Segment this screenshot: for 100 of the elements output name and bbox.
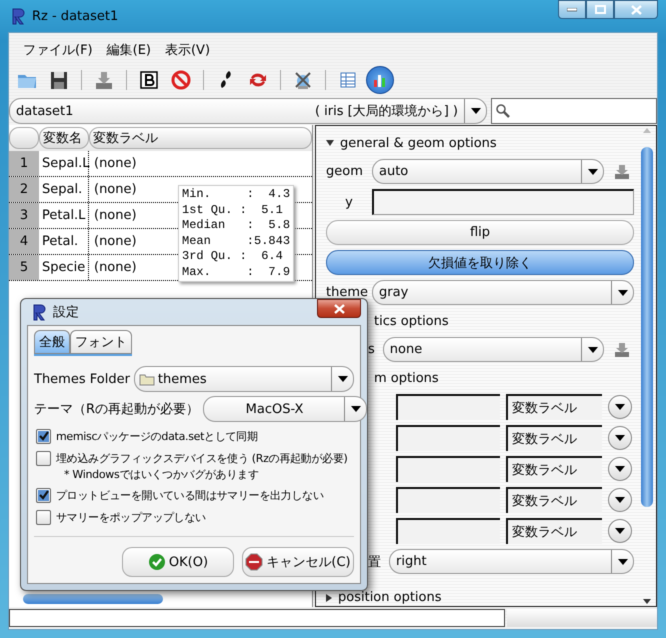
- checkbox-label: プロットビューを開いている間はサマリーを出力しない: [56, 488, 324, 504]
- maximize-button[interactable]: [586, 0, 614, 19]
- cancel-button[interactable]: キャンセル(C): [242, 547, 354, 577]
- dropdown-value: themes: [158, 372, 208, 386]
- dropdown-button[interactable]: [608, 519, 632, 543]
- menu-item[interactable]: 編集(E): [104, 39, 153, 63]
- tab[interactable]: フォント: [70, 330, 132, 354]
- maximize-icon: [594, 5, 606, 14]
- field-label: Themes Folder: [34, 372, 130, 386]
- dropdown-arrow-icon: [616, 556, 628, 566]
- dropdown-arrow-icon: [614, 464, 626, 474]
- field-label: テーマ（Rの再起動が必要）: [34, 401, 200, 418]
- dataset-combo[interactable]: dataset1 ( iris [大局的環境から] ): [9, 98, 487, 124]
- table-cell: Sepal.L: [39, 151, 89, 176]
- input-field[interactable]: [372, 189, 634, 215]
- row-number: 5: [9, 255, 39, 280]
- option-label: 置: [368, 554, 381, 570]
- folder-icon: [138, 372, 155, 386]
- checkbox[interactable]: [36, 451, 51, 466]
- checkbox-label: 埋め込みグラフィックスデバイスを使う (Rzの再起動が必要): [56, 451, 348, 467]
- vertical-scrollbar[interactable]: [638, 126, 656, 606]
- dropdown-button[interactable]: [608, 395, 632, 419]
- tab[interactable]: 全般: [34, 330, 70, 354]
- dialog-title: 設定: [53, 304, 80, 321]
- input-field[interactable]: [396, 425, 500, 451]
- label-field[interactable]: 変数ラベル: [506, 394, 602, 420]
- table-cell-text: (none): [93, 155, 137, 173]
- dropdown-arrow-icon: [470, 106, 482, 116]
- summary-line: Min. : 4.3: [182, 187, 290, 202]
- stop-sign-icon: [245, 553, 264, 571]
- dropdown-arrow-icon: [336, 374, 348, 384]
- note-text: * Windowsではいくつかバグがあります: [63, 467, 260, 482]
- section-header: general & geom options: [340, 136, 497, 150]
- option-dropdown[interactable]: gray: [372, 280, 634, 305]
- row-number: 1: [9, 151, 39, 176]
- column-header[interactable]: 変数ラベル: [89, 127, 312, 149]
- dropdown-arrow-icon: [616, 288, 628, 298]
- row-number: 4: [9, 229, 39, 254]
- option-button[interactable]: flip: [326, 220, 634, 245]
- r-logo-icon: [10, 7, 26, 25]
- search-icon: [495, 103, 511, 119]
- menu-item[interactable]: ファイル(F): [21, 39, 95, 63]
- option-label: y: [344, 194, 354, 210]
- dropdown-arrow-icon: [614, 433, 626, 443]
- summary-line: Median : 5.8: [182, 218, 290, 234]
- minimize-icon: [567, 8, 577, 12]
- input-field[interactable]: [396, 456, 500, 482]
- option-label: geom: [326, 164, 364, 179]
- input-field[interactable]: [396, 518, 500, 544]
- dropdown-arrow-icon: [350, 404, 362, 414]
- dropdown-value: gray: [379, 285, 410, 300]
- section-header: m options: [374, 370, 439, 386]
- expanded-triangle-icon[interactable]: [326, 140, 334, 146]
- dropdown-button[interactable]: [608, 457, 632, 481]
- option-dropdown[interactable]: auto: [372, 159, 604, 184]
- dropdown-button[interactable]: [608, 488, 632, 512]
- window-title: Rz - dataset1: [32, 8, 120, 24]
- close-icon: [630, 4, 642, 14]
- close-icon: [334, 304, 344, 314]
- option-dropdown[interactable]: none: [382, 337, 604, 362]
- bar-chart-icon[interactable]: [366, 66, 394, 94]
- scroll-down-arrow-icon: [643, 599, 651, 604]
- label-field[interactable]: 変数ラベル: [506, 456, 602, 482]
- search-field[interactable]: [491, 98, 657, 124]
- dropdown-arrow-icon: [614, 495, 626, 505]
- collapsed-triangle-icon[interactable]: [326, 594, 332, 602]
- input-field[interactable]: [396, 487, 500, 513]
- column-header[interactable]: 変数名: [39, 127, 89, 149]
- option-label: s: [368, 342, 375, 357]
- checkbox[interactable]: [36, 488, 51, 503]
- label-field[interactable]: 変数ラベル: [506, 518, 602, 544]
- dropdown-value: right: [396, 554, 428, 569]
- ok-button[interactable]: OK(O): [122, 547, 234, 577]
- input-field[interactable]: [396, 394, 500, 420]
- summary-line: Mean :5.843: [182, 234, 290, 249]
- dropdown-arrow-icon: [586, 344, 598, 354]
- theme-dropdown[interactable]: MacOS-X: [203, 396, 368, 422]
- check-icon: [148, 553, 166, 571]
- checkbox[interactable]: [36, 429, 51, 444]
- summary-line: Max. : 7.9: [182, 264, 290, 280]
- dropdown-value: none: [390, 342, 424, 357]
- label-field[interactable]: 変数ラベル: [506, 487, 602, 513]
- minimize-button[interactable]: [558, 0, 586, 19]
- label-field[interactable]: 変数ラベル: [506, 425, 602, 451]
- option-button[interactable]: 欠損値を取り除く: [326, 250, 634, 275]
- folder-dropdown[interactable]: themes: [134, 366, 354, 392]
- option-dropdown[interactable]: right: [389, 549, 634, 574]
- table-cell-text: (none): [93, 259, 137, 277]
- row-number: 3: [9, 203, 39, 228]
- table-cell: Sepal.: [39, 177, 89, 202]
- dropdown-value: MacOS-X: [244, 402, 304, 416]
- table-cell: Petal.L: [39, 203, 89, 228]
- dropdown-button[interactable]: [608, 426, 632, 450]
- menu-item[interactable]: 表示(V): [162, 39, 212, 63]
- close-button[interactable]: [317, 299, 361, 318]
- summary-line: 3rd Qu. : 6.4: [182, 249, 284, 264]
- checkbox-label: サマリーをポップアップしない: [56, 510, 206, 526]
- close-button[interactable]: [614, 0, 658, 19]
- checkbox[interactable]: [36, 510, 51, 525]
- section-header: position options: [338, 590, 442, 606]
